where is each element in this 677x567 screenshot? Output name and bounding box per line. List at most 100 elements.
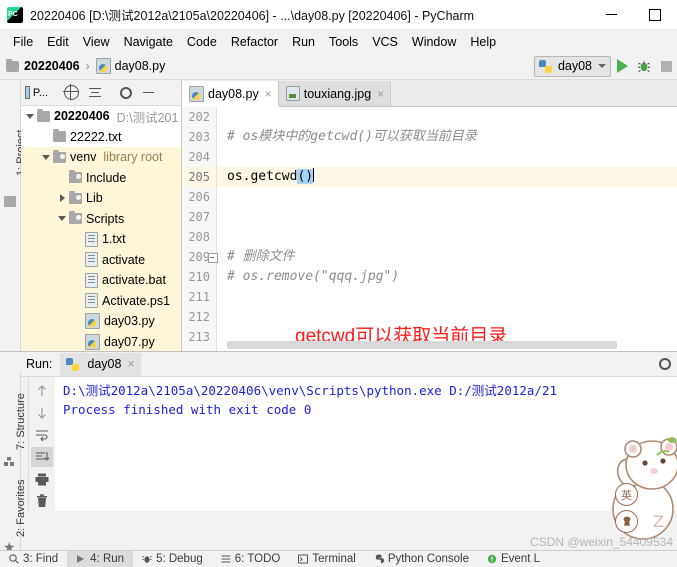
project-view-selector[interactable]: P...: [25, 81, 48, 104]
code-line[interactable]: # os.remove("qqq.jpg"): [217, 267, 677, 287]
menu-item-navigate[interactable]: Navigate: [117, 33, 180, 51]
code-line[interactable]: [217, 287, 677, 307]
menu-item-file[interactable]: File: [6, 33, 40, 51]
chevron-down-icon[interactable]: [57, 213, 68, 224]
tree-node[interactable]: 22222.txt: [21, 127, 181, 148]
breadcrumb-project[interactable]: 20220406: [24, 59, 80, 73]
close-icon[interactable]: ×: [127, 357, 134, 371]
print-button[interactable]: [31, 469, 53, 489]
collapse-all-icon: [88, 87, 101, 99]
code-line[interactable]: # os模块中的getcwd()可以获取当前目录: [217, 127, 677, 147]
menu-item-code[interactable]: Code: [180, 33, 224, 51]
tree-node[interactable]: 20220406 D:\测试201: [21, 106, 181, 127]
hide-icon: [143, 91, 154, 94]
status-bar-item-terminal[interactable]: Terminal: [289, 551, 364, 567]
tree-node[interactable]: activate.bat: [21, 270, 181, 291]
stop-button[interactable]: [655, 55, 677, 77]
tree-node[interactable]: venv library root: [21, 147, 181, 168]
close-icon[interactable]: ×: [265, 87, 272, 101]
soft-wrap-button[interactable]: [31, 425, 53, 445]
menu-item-tools[interactable]: Tools: [322, 33, 365, 51]
menu-item-view[interactable]: View: [76, 33, 117, 51]
run-configuration-area: day08: [533, 55, 677, 77]
text-file-icon: [85, 231, 98, 247]
menu-item-window[interactable]: Window: [405, 33, 463, 51]
project-tool-window: P... 20220406 D:\测试201 22222.txt venv librar…: [21, 80, 182, 351]
chevron-down-icon[interactable]: [41, 152, 52, 163]
line-number: 204: [188, 150, 210, 164]
menu-item-help[interactable]: Help: [463, 33, 503, 51]
collapse-all-button[interactable]: [83, 81, 106, 104]
clear-all-button[interactable]: [31, 491, 53, 511]
scroll-up-button[interactable]: [31, 381, 53, 401]
code-content[interactable]: # os模块中的getcwd()可以获取当前目录 os.getcwd() # 删除文…: [208, 107, 677, 351]
tab-day08-py[interactable]: day08.py ×: [182, 81, 279, 107]
code-line[interactable]: [217, 147, 677, 167]
tree-node-label: Activate.ps1: [102, 293, 171, 308]
chevron-right-icon[interactable]: [57, 193, 68, 204]
tree-node[interactable]: Scripts: [21, 208, 181, 229]
code-line[interactable]: [217, 227, 677, 247]
window-title: 20220406 [D:\测试2012a\2105a\20220406] - .…: [30, 9, 475, 23]
locate-button[interactable]: [60, 81, 83, 104]
tree-node[interactable]: activate: [21, 249, 181, 270]
terminal-icon: [298, 554, 309, 564]
debug-button[interactable]: [633, 55, 655, 77]
menu-item-run[interactable]: Run: [285, 33, 322, 51]
tree-node[interactable]: Lib: [21, 188, 181, 209]
run-settings-button[interactable]: [659, 358, 671, 370]
tool-window-structure[interactable]: 7: Structure: [15, 393, 27, 450]
code-line[interactable]: [217, 207, 677, 227]
tab-label: day08.py: [208, 86, 259, 101]
line-number: 202: [188, 110, 210, 124]
code-line[interactable]: [217, 107, 677, 127]
status-bar-item-6-todo[interactable]: 6: TODO: [212, 551, 290, 567]
close-icon[interactable]: ×: [377, 87, 384, 101]
code-line[interactable]: # 删除文件: [208, 247, 677, 267]
status-bar-item-python-console[interactable]: Python Console: [365, 551, 478, 567]
tree-node[interactable]: 1.txt: [21, 229, 181, 250]
chevron-down-icon[interactable]: [25, 111, 36, 122]
debug-icon: [142, 554, 152, 564]
tab-touxiang-jpg[interactable]: touxiang.jpg ×: [278, 81, 392, 106]
run-console[interactable]: D:\测试2012a\2105a\20220406\venv\Scripts\p…: [55, 377, 677, 511]
tree-node[interactable]: day03.py: [21, 311, 181, 332]
code-editor[interactable]: 202 203 204 205 206 207 208 209 210 211 212 213 # o…: [182, 107, 677, 351]
run-button[interactable]: [611, 55, 633, 77]
status-bar-item-4-run[interactable]: 4: Run: [67, 551, 134, 567]
ime-keyboard-icon[interactable]: [615, 510, 638, 533]
scroll-down-button[interactable]: [31, 403, 53, 423]
editor-horizontal-scrollbar[interactable]: [227, 341, 617, 349]
status-bar-item-5-debug[interactable]: 5: Debug: [133, 551, 212, 567]
breadcrumb-file[interactable]: day08.py: [115, 59, 166, 73]
menu-item-refactor[interactable]: Refactor: [224, 33, 285, 51]
tree-node[interactable]: day07.py: [21, 331, 181, 351]
hide-panel-button[interactable]: [137, 81, 160, 104]
tool-window-favorites[interactable]: 2: Favorites: [15, 480, 27, 537]
settings-button[interactable]: [114, 81, 137, 104]
window-controls: [589, 0, 677, 29]
menu-item-edit[interactable]: Edit: [40, 33, 76, 51]
locate-icon: [63, 84, 79, 100]
code-line[interactable]: os.getcwd(): [217, 167, 677, 187]
code-line[interactable]: [217, 187, 677, 207]
minimize-button[interactable]: [589, 0, 633, 29]
run-config-selector[interactable]: day08: [533, 55, 611, 77]
run-tab-day08[interactable]: day08 ×: [60, 352, 141, 376]
project-view-icon: [25, 86, 30, 99]
tree-node[interactable]: Activate.ps1: [21, 290, 181, 311]
status-bar-item-event-l[interactable]: Event L: [478, 551, 549, 567]
scroll-to-end-button[interactable]: [31, 447, 53, 467]
project-folder-icon: [4, 196, 16, 207]
selected-text: (): [297, 169, 314, 184]
menu-item-vcs[interactable]: VCS: [365, 33, 405, 51]
project-tree[interactable]: 20220406 D:\测试201 22222.txt venv library roo…: [21, 106, 181, 351]
fold-marker-icon[interactable]: [208, 253, 218, 263]
tree-node-label: venv: [70, 150, 97, 165]
tree-node[interactable]: Include: [21, 167, 181, 188]
run-config-name: day08: [557, 59, 592, 73]
run-tab-label: day08: [87, 357, 122, 371]
maximize-button[interactable]: [633, 0, 677, 29]
status-bar-item-3-find[interactable]: 3: Find: [0, 551, 67, 567]
